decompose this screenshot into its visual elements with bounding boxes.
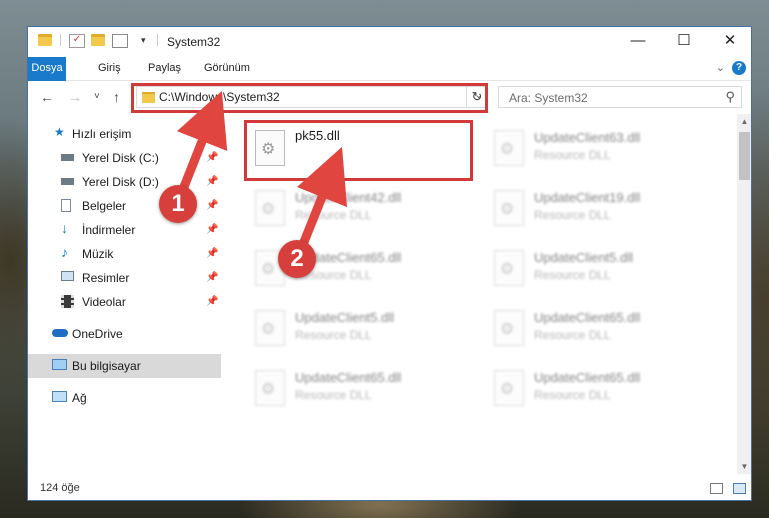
arrow-step-1 bbox=[176, 90, 228, 197]
step-2-badge: 2 bbox=[278, 240, 316, 278]
step-1-badge: 1 bbox=[159, 185, 197, 223]
arrow-step-2 bbox=[295, 146, 348, 257]
annotation-arrows bbox=[176, 90, 348, 257]
